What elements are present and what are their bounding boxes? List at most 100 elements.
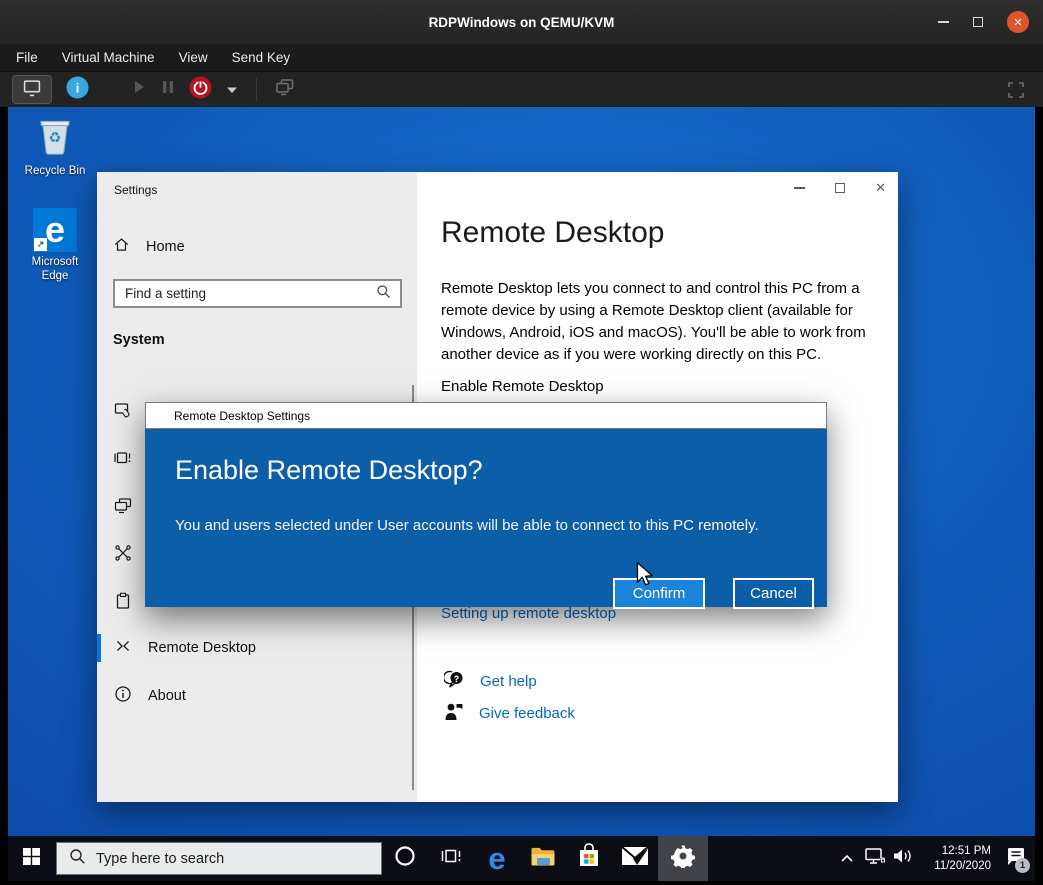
- get-help-row[interactable]: ? Get help: [444, 669, 537, 694]
- gear-icon: [671, 844, 695, 873]
- clock-time: 12:51 PM: [919, 844, 991, 859]
- taskbar-search-input[interactable]: [86, 850, 381, 868]
- fullscreen-button[interactable]: [1007, 81, 1025, 104]
- run-button[interactable]: [131, 79, 147, 100]
- sidebar-item-projecting[interactable]: [114, 496, 132, 519]
- menu-send-key[interactable]: Send Key: [232, 50, 291, 65]
- cancel-button[interactable]: Cancel: [733, 578, 814, 609]
- projecting-icon: [114, 501, 132, 518]
- ethernet-icon: [864, 846, 886, 871]
- vm-window-title: RDPWindows on QEMU/KVM: [429, 15, 615, 30]
- shutdown-button[interactable]: [189, 76, 212, 104]
- desktop-icon-microsoft-edge[interactable]: e ↗ Microsoft Edge: [22, 208, 88, 283]
- svg-text:♻: ♻: [48, 130, 61, 146]
- settings-search-box[interactable]: [113, 279, 402, 308]
- edge-taskbar-button[interactable]: e: [474, 836, 520, 881]
- settings-window-title: Settings: [114, 183, 157, 197]
- sidebar-item-tablet[interactable]: [114, 401, 132, 424]
- search-icon: [69, 848, 86, 870]
- give-feedback-link[interactable]: Give feedback: [479, 705, 575, 722]
- network-status-button[interactable]: [861, 836, 889, 881]
- settings-maximize-icon[interactable]: [835, 183, 845, 193]
- home-icon: [113, 236, 130, 257]
- get-help-icon: ?: [444, 669, 465, 694]
- store-icon: [577, 843, 601, 874]
- windows-logo-icon: [23, 848, 40, 870]
- pause-icon: [161, 79, 175, 100]
- mail-button[interactable]: [612, 836, 658, 881]
- shutdown-menu-button[interactable]: [226, 81, 238, 99]
- edge-icon: e: [488, 843, 505, 874]
- info-icon: i: [66, 76, 89, 104]
- dialog-titlebar[interactable]: Remote Desktop Settings: [145, 402, 827, 429]
- power-icon: [189, 76, 212, 104]
- windows-taskbar: e 12:51 PM 11/20/2020: [8, 836, 1035, 881]
- recycle-bin-icon: ♻: [35, 143, 75, 160]
- desktop-icon-label: Recycle Bin: [22, 164, 88, 178]
- settings-taskbar-button[interactable]: [658, 836, 708, 881]
- clock-date: 11/20/2020: [919, 859, 991, 874]
- notification-badge: 1: [1015, 858, 1030, 873]
- edge-icon: e ↗: [33, 208, 77, 252]
- pause-button[interactable]: [161, 79, 175, 100]
- get-help-link[interactable]: Get help: [480, 673, 537, 690]
- shortcut-arrow-icon: ↗: [34, 238, 47, 251]
- setup-remote-desktop-link[interactable]: Setting up remote desktop: [441, 605, 616, 622]
- menu-view[interactable]: View: [179, 50, 208, 65]
- volume-button[interactable]: [889, 836, 917, 881]
- give-feedback-icon: [444, 701, 464, 726]
- sidebar-item-multitasking[interactable]: [114, 449, 132, 472]
- folder-icon: [530, 845, 556, 872]
- confirm-button[interactable]: Confirm: [613, 578, 705, 609]
- chevron-up-icon: [840, 850, 854, 868]
- shared-experiences-icon: [114, 549, 132, 566]
- tray-expand-button[interactable]: [833, 836, 861, 881]
- fullscreen-icon: [1007, 86, 1025, 103]
- console-view-button[interactable]: [12, 75, 52, 104]
- file-explorer-button[interactable]: [520, 836, 566, 881]
- svg-text:?: ?: [454, 674, 460, 684]
- microsoft-store-button[interactable]: [566, 836, 612, 881]
- play-icon: [131, 79, 147, 100]
- system-tray: 12:51 PM 11/20/2020 1: [833, 836, 1035, 881]
- desktop-icon-recycle-bin[interactable]: ♻ Recycle Bin: [22, 114, 88, 178]
- displays-icon: [275, 78, 295, 101]
- sidebar-item-shared-experiences[interactable]: [114, 544, 132, 567]
- vm-close-icon[interactable]: ✕: [1007, 11, 1029, 33]
- page-title: Remote Desktop: [441, 216, 664, 250]
- sidebar-item-remote-desktop[interactable]: Remote Desktop: [97, 633, 417, 663]
- search-icon: [376, 284, 391, 304]
- dropdown-caret-icon: [226, 81, 238, 99]
- speaker-icon: [892, 847, 914, 870]
- settings-minimize-icon[interactable]: [794, 187, 805, 189]
- multitasking-icon: [114, 454, 132, 471]
- mouse-cursor: [636, 562, 653, 591]
- remote-desktop-dialog: Remote Desktop Settings Enable Remote De…: [145, 402, 827, 607]
- cortana-button[interactable]: [382, 836, 428, 881]
- task-view-icon: [441, 847, 461, 870]
- desktop-icon-label: Microsoft Edge: [22, 255, 88, 283]
- menu-file[interactable]: File: [16, 50, 38, 65]
- task-view-button[interactable]: [428, 836, 474, 881]
- toolbar-separator: [256, 78, 257, 102]
- virtual-displays-button[interactable]: [275, 78, 295, 101]
- dialog-title: Remote Desktop Settings: [174, 409, 310, 423]
- vm-maximize-icon[interactable]: [973, 17, 983, 27]
- menu-virtual-machine[interactable]: Virtual Machine: [62, 50, 155, 65]
- vm-titlebar[interactable]: RDPWindows on QEMU/KVM ✕: [0, 0, 1043, 44]
- give-feedback-row[interactable]: Give feedback: [444, 701, 575, 726]
- sidebar-item-clipboard[interactable]: [114, 592, 132, 615]
- settings-close-icon[interactable]: ✕: [875, 180, 886, 196]
- sidebar-item-about[interactable]: About: [97, 681, 417, 711]
- enable-remote-desktop-label: Enable Remote Desktop: [441, 378, 604, 395]
- action-center-button[interactable]: 1: [997, 836, 1035, 881]
- vm-menubar: File Virtual Machine View Send Key: [0, 44, 1043, 71]
- vm-info-button[interactable]: i: [66, 76, 89, 104]
- taskbar-clock[interactable]: 12:51 PM 11/20/2020: [919, 844, 991, 874]
- start-button[interactable]: [8, 836, 54, 881]
- taskbar-search-box[interactable]: [56, 842, 382, 875]
- settings-search-input[interactable]: [115, 286, 376, 301]
- sidebar-section-system: System: [113, 332, 165, 348]
- sidebar-item-home[interactable]: Home: [113, 236, 185, 257]
- vm-minimize-icon[interactable]: [938, 21, 949, 23]
